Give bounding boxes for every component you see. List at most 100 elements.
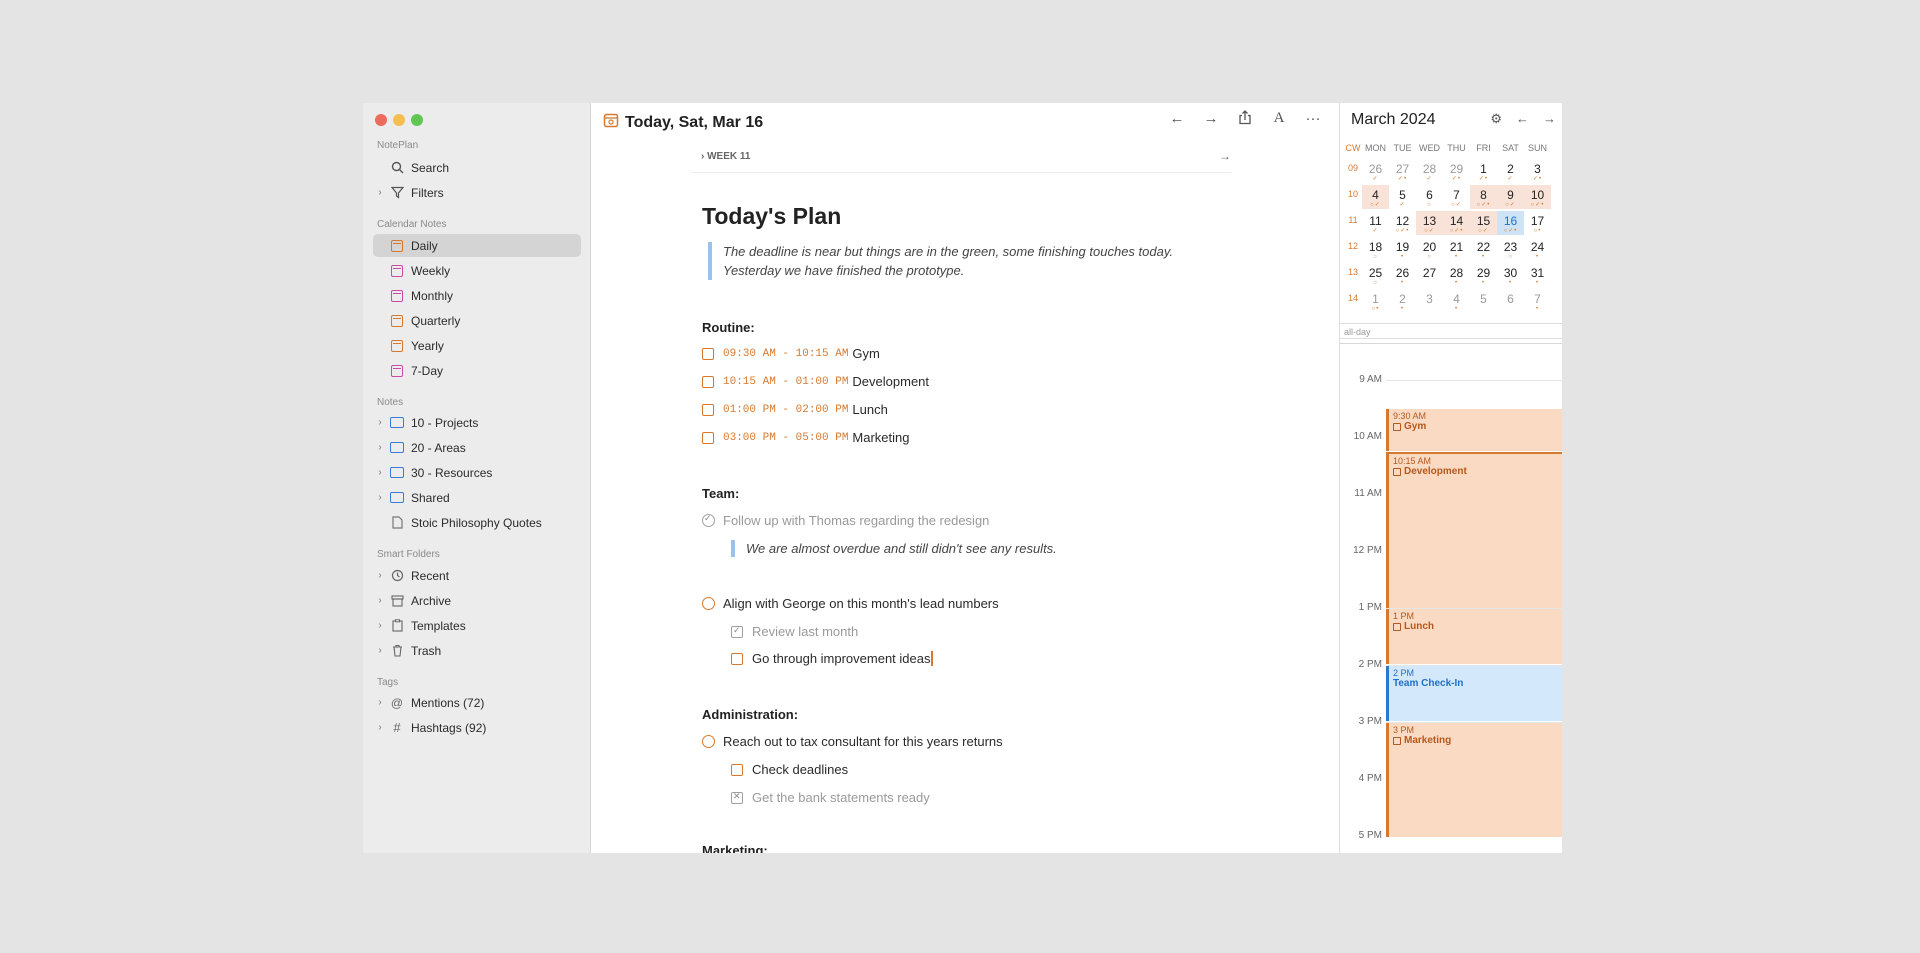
task-checkbox[interactable] — [702, 403, 714, 416]
task-row[interactable]: 03:00 PM - 05:00 PM Marketing — [702, 430, 910, 445]
subtask-checkbox[interactable] — [731, 652, 743, 665]
calendar-day-today[interactable]: 16 ○✓• — [1497, 211, 1524, 235]
chevron-right-icon[interactable]: › — [373, 492, 387, 503]
task-checkbox[interactable] — [702, 431, 714, 444]
sidebar-item-hashtags[interactable]: › # Hashtags (92) — [373, 716, 581, 739]
calendar-day[interactable]: 28 • — [1443, 263, 1470, 287]
calendar-day[interactable]: 26 ✓ — [1362, 159, 1389, 183]
chevron-right-icon[interactable]: › — [373, 442, 387, 453]
calendar-day[interactable]: 3 ✓• — [1524, 159, 1551, 183]
chevron-right-icon[interactable]: › — [373, 187, 387, 198]
calendar-day[interactable]: 28 ✓ — [1416, 159, 1443, 183]
calendar-day[interactable]: 19 • — [1389, 237, 1416, 261]
calendar-day[interactable]: 20 ○ — [1416, 237, 1443, 261]
calendar-day[interactable]: 27 — [1416, 263, 1443, 287]
chevron-right-icon[interactable]: › — [373, 722, 387, 733]
subtask-row[interactable]: Check deadlines — [731, 762, 848, 777]
calendar-day[interactable]: 9 ○✓ — [1497, 185, 1524, 209]
close-window-button[interactable] — [375, 114, 387, 126]
calendar-day[interactable]: 17 ○• — [1524, 211, 1551, 235]
calendar-day[interactable]: 21 • — [1443, 237, 1470, 261]
sidebar-item-daily[interactable]: Daily — [373, 234, 581, 257]
week-number[interactable]: 11 — [1344, 211, 1362, 237]
note-content[interactable]: Today's Plan The deadline is near but th… — [591, 103, 1340, 853]
gear-icon[interactable]: ⚙ — [1490, 111, 1502, 127]
calendar-day[interactable]: 6 ○ — [1416, 185, 1443, 209]
sidebar-item-projects[interactable]: › 10 - Projects — [373, 411, 581, 434]
calendar-day[interactable]: 30 • — [1497, 263, 1524, 287]
task-row[interactable]: 01:00 PM - 02:00 PM Lunch — [702, 402, 888, 417]
task-row[interactable]: Align with George on this month's lead n… — [702, 596, 999, 611]
calendar-day[interactable]: 10 ○✓• — [1524, 185, 1551, 209]
sidebar-item-resources[interactable]: › 30 - Resources — [373, 461, 581, 484]
sidebar-search[interactable]: Search — [373, 156, 581, 179]
calendar-day[interactable]: 13 ○✓ — [1416, 211, 1443, 235]
calendar-day[interactable]: 2 • — [1389, 289, 1416, 313]
chevron-right-icon[interactable]: › — [373, 417, 387, 428]
calendar-day[interactable]: 25 ○ — [1362, 263, 1389, 287]
calendar-day[interactable]: 2 ✓ — [1497, 159, 1524, 183]
zoom-window-button[interactable] — [411, 114, 423, 126]
calendar-day[interactable]: 6 — [1497, 289, 1524, 313]
calendar-day[interactable]: 12 ○✓• — [1389, 211, 1416, 235]
calendar-day[interactable]: 1 ○• — [1362, 289, 1389, 313]
week-number[interactable]: 10 — [1344, 185, 1362, 211]
calendar-day[interactable]: 31 • — [1524, 263, 1551, 287]
sidebar-item-archive[interactable]: › Archive — [373, 589, 581, 612]
task-row[interactable]: 09:30 AM - 10:15 AM Gym — [702, 346, 880, 361]
sidebar-item-monthly[interactable]: Monthly — [373, 284, 581, 307]
subtask-checkbox-cancelled[interactable]: ✕ — [731, 791, 743, 804]
calendar-event[interactable]: 2 PM Team Check-In — [1386, 666, 1562, 721]
sidebar-item-quarterly[interactable]: Quarterly — [373, 309, 581, 332]
calendar-day[interactable]: 14 ○✓• — [1443, 211, 1470, 235]
task-circle[interactable] — [702, 735, 715, 748]
next-month-arrow-icon[interactable]: → — [1543, 111, 1556, 127]
subtask-row[interactable]: ✕ Get the bank statements ready — [731, 790, 930, 805]
calendar-day[interactable]: 5 — [1470, 289, 1497, 313]
calendar-day[interactable]: 27 ✓• — [1389, 159, 1416, 183]
task-circle[interactable] — [702, 597, 715, 610]
task-checkbox[interactable] — [702, 347, 714, 360]
sidebar-item-trash[interactable]: › Trash — [373, 639, 581, 662]
chevron-right-icon[interactable]: › — [373, 697, 387, 708]
calendar-day[interactable]: 22 • — [1470, 237, 1497, 261]
prev-month-arrow-icon[interactable]: ← — [1516, 111, 1529, 127]
calendar-event[interactable]: 3 PM Marketing — [1386, 723, 1562, 837]
subtask-row[interactable]: ✓ Review last month — [731, 624, 858, 639]
calendar-day[interactable]: 4 ○✓ — [1362, 185, 1389, 209]
subtask-checkbox[interactable] — [731, 763, 743, 776]
week-number[interactable]: 13 — [1344, 263, 1362, 289]
sidebar-item-templates[interactable]: › Templates — [373, 614, 581, 637]
week-number[interactable]: 14 — [1344, 289, 1362, 315]
calendar-day[interactable]: 4 • — [1443, 289, 1470, 313]
sidebar-item-shared[interactable]: › Shared — [373, 486, 581, 509]
calendar-day[interactable]: 3 — [1416, 289, 1443, 313]
sidebar-item-weekly[interactable]: Weekly — [373, 259, 581, 282]
subtask-checkbox-checked[interactable]: ✓ — [731, 625, 743, 638]
chevron-right-icon[interactable]: › — [373, 467, 387, 478]
week-number[interactable]: 09 — [1344, 159, 1362, 185]
calendar-event[interactable]: 10:15 AM Development — [1386, 452, 1562, 608]
calendar-day[interactable]: 7 • — [1524, 289, 1551, 313]
calendar-day[interactable]: 11 ✓ — [1362, 211, 1389, 235]
sidebar-item-recent[interactable]: › Recent — [373, 564, 581, 587]
chevron-right-icon[interactable]: › — [373, 620, 387, 631]
sidebar-item-mentions[interactable]: › @ Mentions (72) — [373, 691, 581, 714]
subtask-row[interactable]: Go through improvement ideas — [731, 651, 933, 666]
task-row[interactable]: 10:15 AM - 01:00 PM Development — [702, 374, 929, 389]
calendar-day[interactable]: 15 ○✓ — [1470, 211, 1497, 235]
task-row[interactable]: ✓ Follow up with Thomas regarding the re… — [702, 513, 989, 528]
calendar-day[interactable]: 7 ○✓ — [1443, 185, 1470, 209]
calendar-day[interactable]: 29 ✓• — [1443, 159, 1470, 183]
sidebar-item-areas[interactable]: › 20 - Areas — [373, 436, 581, 459]
calendar-event[interactable]: 9:30 AM Gym — [1386, 409, 1562, 451]
task-checkbox[interactable] — [702, 375, 714, 388]
task-done-circle[interactable]: ✓ — [702, 513, 715, 527]
calendar-day[interactable]: 5 ✓ — [1389, 185, 1416, 209]
sidebar-item-stoic-quotes[interactable]: Stoic Philosophy Quotes — [373, 511, 581, 534]
week-number[interactable]: 12 — [1344, 237, 1362, 263]
calendar-day[interactable]: 18 ○ — [1362, 237, 1389, 261]
sidebar-item-yearly[interactable]: Yearly — [373, 334, 581, 357]
calendar-day[interactable]: 8 ○✓• — [1470, 185, 1497, 209]
calendar-day[interactable]: 1 ✓• — [1470, 159, 1497, 183]
